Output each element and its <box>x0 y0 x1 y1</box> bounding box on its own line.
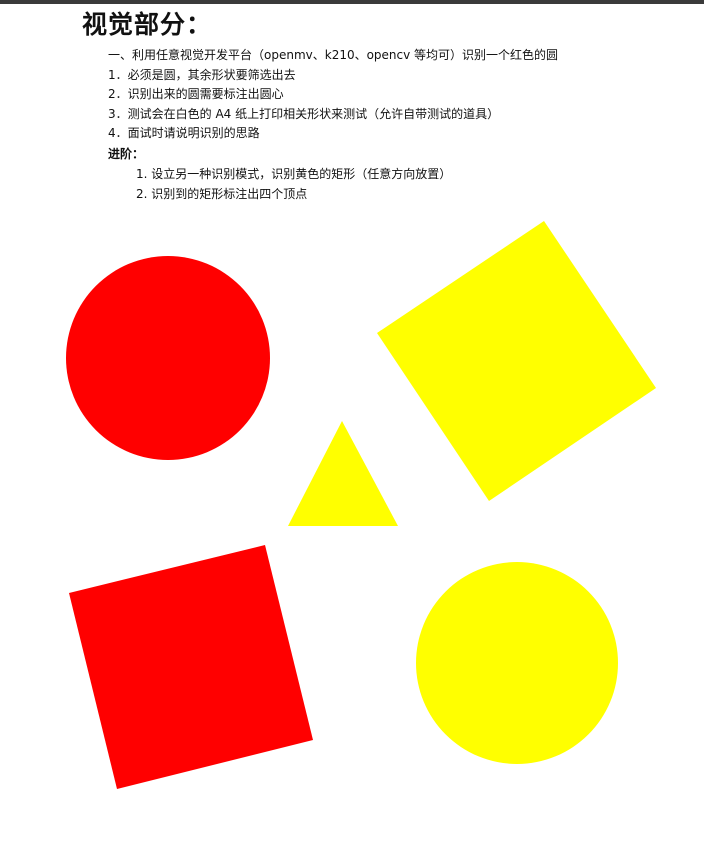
yellow-triangle <box>288 421 398 526</box>
yellow-rotated-square <box>377 221 656 501</box>
test-shapes-canvas <box>66 221 656 789</box>
yellow-circle <box>416 562 618 764</box>
red-rotated-square <box>69 545 313 789</box>
red-circle <box>66 256 270 460</box>
